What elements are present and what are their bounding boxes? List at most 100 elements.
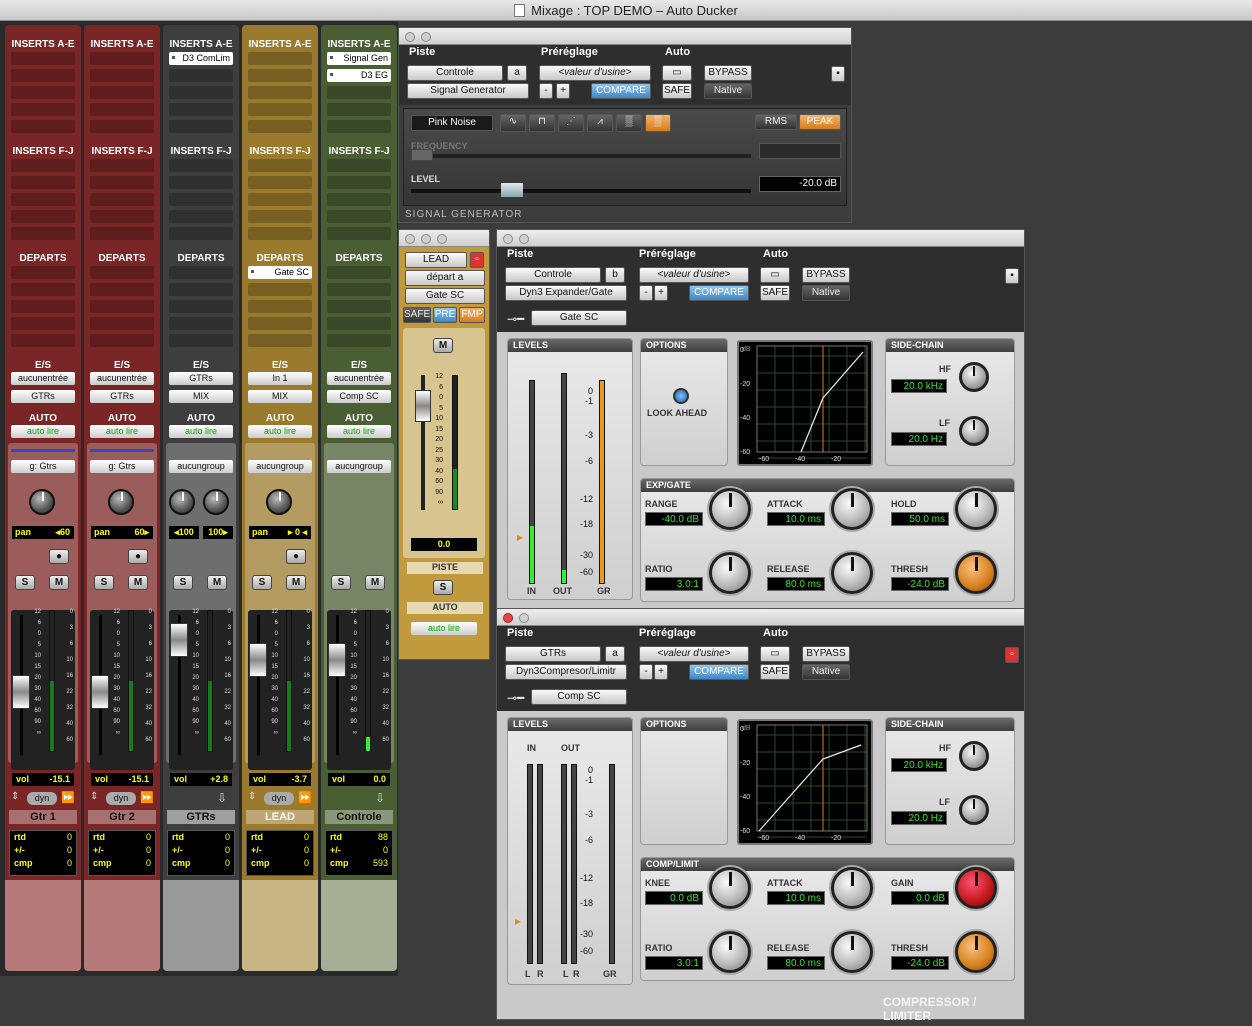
fader-track[interactable]: [336, 615, 339, 755]
comp-lf-value[interactable]: 20.0 Hz: [891, 811, 947, 825]
insert-slot[interactable]: [11, 103, 75, 116]
sg-noise-type-button[interactable]: Pink Noise: [411, 115, 493, 131]
gate-slot-select[interactable]: b: [605, 267, 625, 283]
output-select[interactable]: GTRs: [90, 390, 154, 403]
ratio-knob[interactable]: [709, 931, 751, 973]
gate-hf-value[interactable]: 20.0 kHz: [891, 379, 947, 393]
send-slot[interactable]: [327, 283, 391, 296]
insert-slot[interactable]: [248, 210, 312, 223]
volume-value[interactable]: vol 0.0: [328, 773, 390, 786]
knee-knob[interactable]: [709, 867, 751, 909]
comments-area[interactable]: [321, 880, 397, 971]
comp-lf-knob[interactable]: [959, 795, 989, 825]
comments-area[interactable]: [163, 880, 239, 971]
lead-auto-select[interactable]: auto lire: [411, 622, 477, 635]
sg-minus-button[interactable]: -: [539, 83, 553, 99]
insert-slot[interactable]: [327, 210, 391, 223]
output-select[interactable]: GTRs: [11, 390, 75, 403]
minimize-icon[interactable]: [519, 613, 529, 623]
gate-plus-button[interactable]: +: [654, 285, 668, 301]
insert-slot[interactable]: [248, 52, 312, 65]
sg-window-menu-button[interactable]: ▪: [831, 66, 845, 82]
insert-slot[interactable]: [11, 120, 75, 133]
send-slot[interactable]: [327, 266, 391, 279]
release-knob[interactable]: [831, 552, 873, 594]
output-select[interactable]: MIX: [248, 390, 312, 403]
fast-forward-icon[interactable]: ⏩: [61, 791, 75, 804]
look-ahead-led[interactable]: [673, 388, 689, 404]
insert-slot[interactable]: [90, 52, 154, 65]
lead-close-send-button[interactable]: ▫: [470, 252, 484, 268]
lead-pre-button[interactable]: PRE: [433, 307, 457, 323]
send-slot[interactable]: [169, 300, 233, 313]
send-slot[interactable]: [248, 300, 312, 313]
sine-wave-button[interactable]: ∿: [500, 114, 526, 132]
pink-noise-button[interactable]: ▒: [645, 114, 671, 132]
insert-slot[interactable]: [90, 69, 154, 82]
volume-fader-handle[interactable]: [91, 675, 109, 709]
input-select[interactable]: aucunentrée: [90, 372, 154, 385]
insert-slot[interactable]: [11, 86, 75, 99]
volume-fader-handle[interactable]: [170, 623, 188, 657]
send-slot[interactable]: [248, 334, 312, 347]
sg-plus-button[interactable]: +: [556, 83, 570, 99]
insert-slot[interactable]: [248, 86, 312, 99]
threshold-marker-icon[interactable]: ▸: [515, 914, 521, 928]
comments-area[interactable]: [84, 880, 160, 971]
send-slot[interactable]: [90, 317, 154, 330]
record-enable-button[interactable]: ●: [286, 549, 306, 564]
triangle-wave-button[interactable]: ⩘: [587, 114, 613, 132]
comments-area[interactable]: [5, 880, 81, 971]
updown-icon[interactable]: ⇕: [248, 791, 256, 802]
gain-knob[interactable]: [955, 867, 997, 909]
volume-fader-handle[interactable]: [249, 643, 267, 677]
pan-right-knob[interactable]: [203, 489, 229, 515]
comp-plus-button[interactable]: +: [654, 664, 668, 680]
volume-value[interactable]: vol +2.8: [170, 773, 232, 786]
insert-slot[interactable]: [11, 52, 75, 65]
gate-compare-button[interactable]: COMPARE: [689, 285, 749, 301]
send-slot[interactable]: [327, 317, 391, 330]
send-slot[interactable]: [248, 317, 312, 330]
insert-slot[interactable]: [169, 227, 233, 240]
auto-mode-select[interactable]: auto lire: [11, 425, 75, 438]
insert-slot[interactable]: [327, 159, 391, 172]
pan-value[interactable]: pan ▸ 0 ◂: [249, 526, 311, 539]
solo-button[interactable]: S: [173, 575, 193, 590]
sg-peak-button[interactable]: PEAK: [799, 114, 841, 130]
send-slot[interactable]: [90, 283, 154, 296]
gate-titlebar[interactable]: [497, 230, 1024, 247]
insert-slot[interactable]: [90, 210, 154, 223]
gain-value[interactable]: 0.0 dB: [891, 891, 949, 905]
close-icon[interactable]: [405, 32, 415, 42]
pan-value[interactable]: pan 60▸: [91, 526, 153, 539]
send-slot[interactable]: [90, 266, 154, 279]
sg-preset-select[interactable]: <valeur d'usine>: [539, 65, 651, 81]
input-select[interactable]: aucunentrée: [11, 372, 75, 385]
release-knob[interactable]: [831, 931, 873, 973]
gate-plugin-select[interactable]: Dyn3 Expander/Gate: [505, 285, 627, 301]
fast-forward-icon[interactable]: ⏩: [140, 791, 154, 804]
comp-key-input-select[interactable]: Comp SC: [531, 689, 627, 705]
insert-slot[interactable]: [169, 103, 233, 116]
thresh-value[interactable]: -24.0 dB: [891, 956, 949, 970]
volume-value[interactable]: vol -15.1: [12, 773, 74, 786]
arrow-down-icon[interactable]: ⇩: [217, 791, 227, 805]
input-select[interactable]: aucunentrée: [327, 372, 391, 385]
attack-knob[interactable]: [831, 488, 873, 530]
pan-knob[interactable]: [108, 489, 134, 515]
comp-track-select[interactable]: GTRs: [505, 646, 601, 662]
sawtooth-wave-button[interactable]: ⋰: [558, 114, 584, 132]
send-slot[interactable]: [11, 334, 75, 347]
insert-slot[interactable]: [90, 159, 154, 172]
gate-lf-knob[interactable]: [959, 416, 989, 446]
insert-slot[interactable]: [169, 86, 233, 99]
volume-fader-handle[interactable]: [328, 643, 346, 677]
lead-safe-button[interactable]: SAFE: [403, 307, 431, 323]
volume-value[interactable]: vol -3.7: [249, 773, 311, 786]
track-name[interactable]: Gtr 2: [88, 810, 156, 824]
insert-slot[interactable]: [11, 176, 75, 189]
minimize-icon[interactable]: [421, 234, 431, 244]
send-slot[interactable]: [327, 300, 391, 313]
insert-slot[interactable]: [90, 193, 154, 206]
